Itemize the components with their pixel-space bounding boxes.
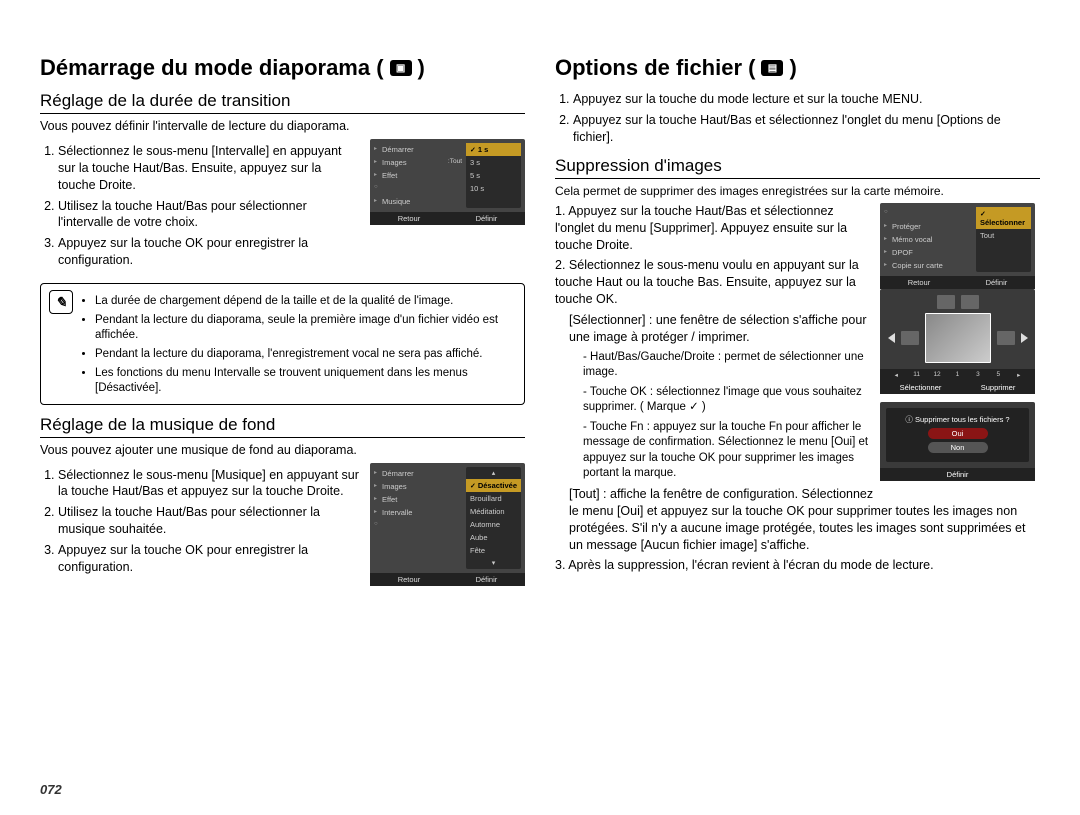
- right-screens-stack: Protéger Mémo vocal DPOF Copie sur carte…: [880, 203, 1040, 489]
- lcd2-opt-4: Aube: [466, 531, 521, 544]
- sec1-step3: Appuyez sur la touche OK pour enregistre…: [58, 235, 362, 269]
- sec2-steps: Sélectionnez le sous-menu [Musique] en a…: [40, 467, 362, 576]
- sec2-step2: Utilisez la touche Haut/Bas pour sélecti…: [58, 504, 362, 538]
- slideshow-icon: ▣: [390, 60, 412, 76]
- left-column: Démarrage du mode diaporama ( ▣ ) Réglag…: [40, 55, 525, 586]
- lcd-musique: Démarrer Images Effet Intervalle ▴ Désac…: [370, 463, 525, 586]
- sec1-steps: Sélectionnez le sous-menu [Intervalle] e…: [40, 143, 362, 269]
- lcd2-opt-0: Désactivée: [466, 479, 521, 492]
- lcdR1-left-0: [884, 207, 972, 220]
- note-3: Les fonctions du menu Intervalle se trou…: [95, 366, 516, 396]
- lcdR1-footer-set: Définir: [986, 278, 1008, 287]
- lcd1-left-1: Images:Tout: [374, 156, 462, 169]
- right-column: Options de ﬁchier ( ▤ ) Appuyez sur la t…: [555, 55, 1040, 586]
- lcdR1-left-3: DPOF: [884, 246, 972, 259]
- right-heading-text: Options de ﬁchier (: [555, 55, 755, 81]
- sec2-step1: Sélectionnez le sous-menu [Musique] en a…: [58, 467, 362, 501]
- lcd2-opt-3: Automne: [466, 518, 521, 531]
- lcd1-left-4: Musique: [374, 195, 462, 208]
- lcd1-left-0: Démarrer: [374, 143, 462, 156]
- confirm-dialog: ⓘ Supprimer tous les fichiers ? Oui Non: [886, 408, 1029, 462]
- thumb-footer-select: Sélectionner: [900, 383, 942, 392]
- left-heading-text: Démarrage du mode diaporama (: [40, 55, 384, 81]
- lcd1-opt-3: 10 s: [466, 182, 521, 195]
- lcdR1-opt-0: Sélectionner: [976, 207, 1031, 229]
- thumb-select-screen: ◂ 11 12 1 3 5 ▸ Sélectionner Supprimer: [880, 289, 1035, 394]
- nav-right-icon: [1021, 333, 1028, 343]
- sec2-title: Réglage de la musique de fond: [40, 415, 525, 438]
- sec2-step3: Appuyez sur la touche OK pour enregistre…: [58, 542, 362, 576]
- lcd1-footer-set: Définir: [476, 214, 498, 223]
- lcd1-left-2: Effet: [374, 169, 462, 182]
- lcd2-left-1: Images: [374, 480, 462, 493]
- num-3: 3: [968, 371, 988, 379]
- r-step3: 3. Après la suppression, l'écran revient…: [555, 557, 1040, 574]
- note-icon: ✎: [49, 290, 73, 314]
- dialog-oui-button: Oui: [928, 428, 988, 439]
- thumb-top-2: [961, 295, 979, 309]
- note-1: Pendant la lecture du diaporama, seule l…: [95, 313, 516, 343]
- note-box: ✎ La durée de chargement dépend de la ta…: [40, 283, 525, 405]
- num-4: 5: [988, 371, 1008, 379]
- lcd2-left-4: [374, 519, 462, 532]
- lcdR1-left-2: Mémo vocal: [884, 233, 972, 246]
- lcd2-footer-set: Définir: [476, 575, 498, 584]
- num-1: 12: [927, 371, 947, 379]
- lcd2-left-2: Effet: [374, 493, 462, 506]
- lcdR1-left-4: Copie sur carte: [884, 259, 972, 272]
- lcd2-opt-1: Brouillard: [466, 492, 521, 505]
- thumb-mid-2: [997, 331, 1015, 345]
- lcd1-opt-1: 3 s: [466, 156, 521, 169]
- lcdR1-opt-1: Tout: [976, 229, 1031, 242]
- lcd1-footer-back: Retour: [398, 214, 421, 223]
- lcd-supprimer-menu: Protéger Mémo vocal DPOF Copie sur carte…: [880, 203, 1035, 289]
- r-intro-2: Appuyez sur la touche Haut/Bas et sélect…: [573, 112, 1040, 146]
- sec2-intro: Vous pouvez ajouter une musique de fond …: [40, 442, 525, 459]
- r-intro-1: Appuyez sur la touche du mode lecture et…: [573, 91, 1040, 108]
- dialog-footer: Définir: [947, 470, 969, 479]
- nav-left-icon: [888, 333, 895, 343]
- dialog-question: Supprimer tous les fichiers ?: [915, 415, 1010, 424]
- lcd1-opt-0: 1 s: [466, 143, 521, 156]
- num-0: 11: [906, 371, 926, 379]
- thumb-mid-1: [901, 331, 919, 345]
- num-2: 1: [947, 371, 967, 379]
- dialog-non-button: Non: [928, 442, 988, 453]
- lcd2-footer-back: Retour: [398, 575, 421, 584]
- paren-close: ): [418, 55, 425, 81]
- sec1-step1: Sélectionnez le sous-menu [Intervalle] e…: [58, 143, 362, 194]
- tout-label: [Tout] : affiche la fenêtre de configura…: [569, 486, 1040, 554]
- r-sec1-intro: Cela permet de supprimer des images enre…: [555, 183, 1040, 199]
- thumb-selected: [925, 313, 991, 363]
- file-options-icon: ▤: [761, 60, 783, 76]
- thumb-top-1: [937, 295, 955, 309]
- sec1-title: Réglage de la durée de transition: [40, 91, 525, 114]
- note-2: Pendant la lecture du diaporama, l'enreg…: [95, 347, 516, 362]
- sec1-intro: Vous pouvez définir l'intervalle de lect…: [40, 118, 525, 135]
- thumb-footer-delete: Supprimer: [981, 383, 1016, 392]
- lcd-intervalle: Démarrer Images:Tout Effet Musique 1 s 3…: [370, 139, 525, 225]
- right-intro-steps: Appuyez sur la touche du mode lecture et…: [555, 91, 1040, 146]
- lcdR1-footer-back: Retour: [908, 278, 931, 287]
- lcdR1-left-1: Protéger: [884, 220, 972, 233]
- left-heading: Démarrage du mode diaporama ( ▣ ): [40, 55, 525, 81]
- sec1-step2: Utilisez la touche Haut/Bas pour sélecti…: [58, 198, 362, 232]
- lcd2-opt-2: Méditation: [466, 505, 521, 518]
- confirm-dialog-screen: ⓘ Supprimer tous les fichiers ? Oui Non …: [880, 402, 1035, 481]
- lcd2-left-3: Intervalle: [374, 506, 462, 519]
- page-number: 072: [40, 782, 62, 797]
- note-0: La durée de chargement dépend de la tail…: [95, 294, 516, 309]
- lcd1-left-3: [374, 182, 462, 195]
- lcd2-left-0: Démarrer: [374, 467, 462, 480]
- r-sec1-title: Suppression d'images: [555, 156, 1040, 179]
- lcd2-opt-5: Fête: [466, 544, 521, 557]
- paren-close-r: ): [789, 55, 796, 81]
- lcd1-opt-2: 5 s: [466, 169, 521, 182]
- right-heading: Options de ﬁchier ( ▤ ): [555, 55, 1040, 81]
